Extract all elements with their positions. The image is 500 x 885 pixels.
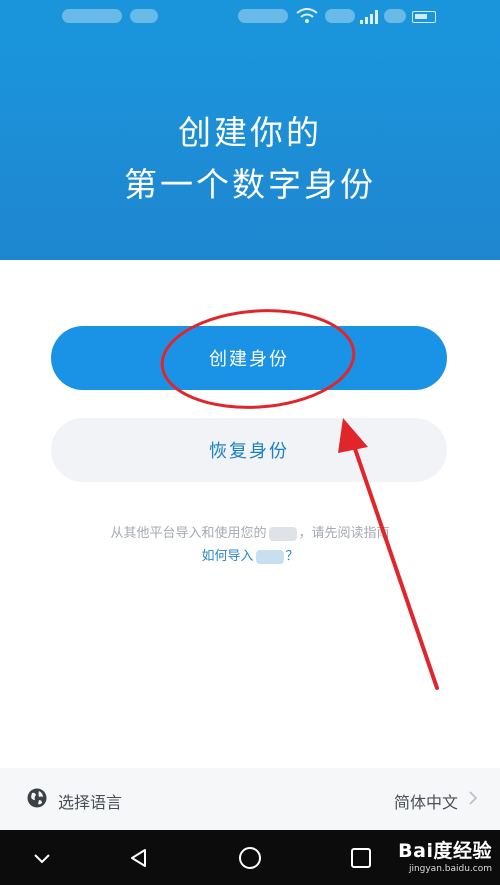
status-blurred-text xyxy=(62,9,122,23)
import-guide-link-prefix: 如何导入 xyxy=(201,549,254,564)
status-blurred-text xyxy=(238,9,288,23)
signal-icon xyxy=(360,10,378,24)
import-guide-link-suffix: ？ xyxy=(285,549,299,564)
status-blurred-text xyxy=(384,9,406,23)
language-label: 选择语言 xyxy=(58,793,123,812)
language-value: 简体中文 xyxy=(393,793,458,812)
wifi-icon xyxy=(296,8,318,23)
hero-title-line1: 创建你的 xyxy=(178,113,322,152)
status-blurred-text xyxy=(325,9,355,23)
redacted-app-name xyxy=(268,526,297,541)
watermark-url: jingyan.baidu.com xyxy=(408,864,492,874)
chevron-down-icon[interactable] xyxy=(29,845,55,871)
system-navigation-bar: Bai度经验 jingyan.baidu.com xyxy=(0,830,500,885)
import-guide-link[interactable]: 如何导入 ？ xyxy=(0,545,500,564)
status-bar xyxy=(0,0,500,34)
restore-identity-button[interactable]: 恢复身份 xyxy=(51,418,447,482)
back-triangle-icon[interactable] xyxy=(126,845,152,871)
chevron-right-icon xyxy=(469,791,478,805)
language-selector[interactable]: 选择语言 简体中文 xyxy=(0,768,500,830)
baidu-jingyan-watermark: Bai度经验 jingyan.baidu.com xyxy=(398,836,492,874)
status-blurred-text xyxy=(130,9,158,23)
import-hint-suffix: ，请先阅读指南 xyxy=(298,526,390,541)
globe-icon xyxy=(27,788,47,808)
import-hint-prefix: 从其他平台导入和使用您的 xyxy=(110,526,267,541)
hero-banner: 创建你的 第一个数字身份 xyxy=(0,34,500,260)
redacted-app-name xyxy=(255,549,284,564)
create-identity-button[interactable]: 创建身份 xyxy=(51,326,447,390)
home-circle-icon[interactable] xyxy=(237,845,263,871)
watermark-brand: Bai度经验 xyxy=(398,840,492,862)
battery-icon xyxy=(412,11,436,23)
recent-square-icon[interactable] xyxy=(348,845,374,871)
hero-title-line2: 第一个数字身份 xyxy=(124,165,376,204)
import-hint-text: 从其他平台导入和使用您的 ，请先阅读指南 xyxy=(0,522,500,541)
